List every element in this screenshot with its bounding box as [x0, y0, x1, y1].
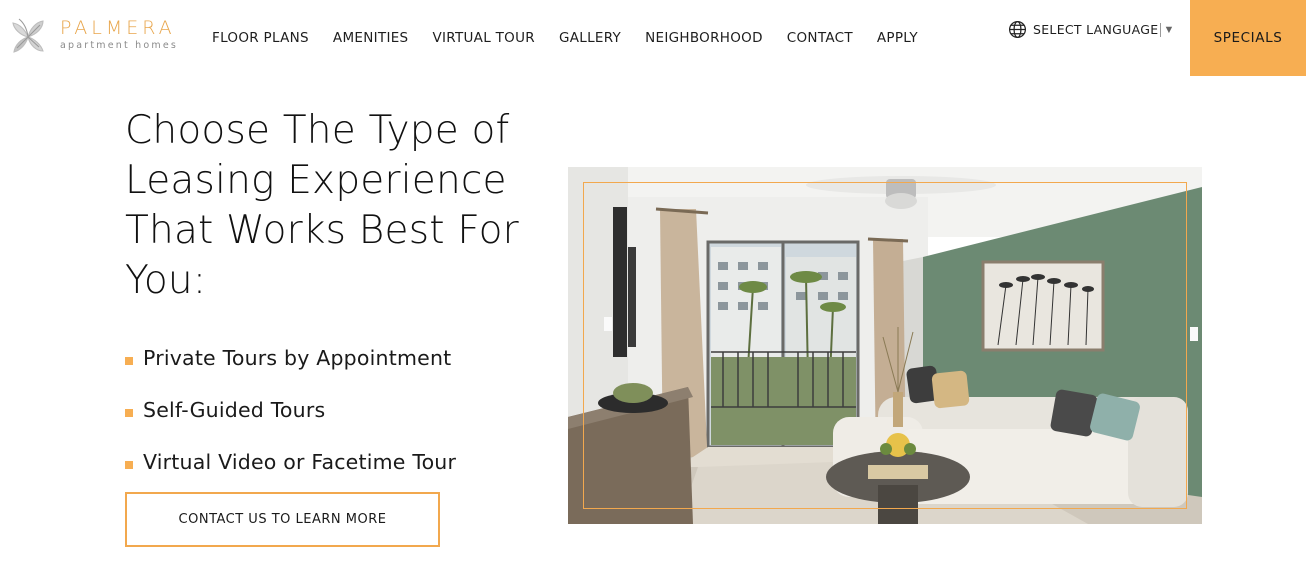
tour-option-label: Virtual Video or Facetime Tour	[143, 450, 457, 474]
main-nav: FLOOR PLANS AMENITIES VIRTUAL TOUR GALLE…	[212, 29, 942, 47]
contact-us-button[interactable]: CONTACT US TO LEARN MORE	[125, 492, 440, 547]
square-bullet-icon	[125, 409, 133, 417]
palm-leaf-icon	[12, 18, 44, 53]
nav-floor-plans[interactable]: FLOOR PLANS	[212, 29, 309, 47]
nav-gallery[interactable]: GALLERY	[559, 29, 621, 47]
tour-options-list: Private Tours by Appointment Self-Guided…	[125, 332, 456, 488]
list-item: Private Tours by Appointment	[125, 332, 456, 384]
living-room-photo	[568, 167, 1202, 524]
square-bullet-icon	[125, 461, 133, 469]
brand-logo[interactable]: PALMERA apartment homes	[10, 17, 178, 55]
tour-option-label: Self-Guided Tours	[143, 398, 326, 422]
nav-contact[interactable]: CONTACT	[787, 29, 853, 47]
site-header: PALMERA apartment homes FLOOR PLANS AMEN…	[0, 0, 1306, 76]
nav-apply[interactable]: APPLY	[877, 29, 918, 47]
nav-neighborhood[interactable]: NEIGHBORHOOD	[645, 29, 763, 47]
list-item: Virtual Video or Facetime Tour	[125, 436, 456, 488]
contact-us-label: CONTACT US TO LEARN MORE	[178, 512, 387, 527]
page-heading: Choose The Type of Leasing Experience Th…	[125, 108, 519, 303]
brand-name: PALMERA	[60, 17, 176, 39]
language-selector[interactable]: SELECT LANGUAGE ▼	[1008, 20, 1174, 39]
list-item: Self-Guided Tours	[125, 384, 456, 436]
nav-virtual-tour[interactable]: VIRTUAL TOUR	[432, 29, 535, 47]
nav-amenities[interactable]: AMENITIES	[333, 29, 409, 47]
language-label: SELECT LANGUAGE	[1033, 22, 1159, 37]
specials-label: SPECIALS	[1213, 30, 1283, 46]
square-bullet-icon	[125, 357, 133, 365]
brand-tagline: apartment homes	[60, 40, 179, 51]
globe-icon	[1008, 20, 1027, 39]
chevron-down-icon: ▼	[1163, 23, 1175, 36]
tour-option-label: Private Tours by Appointment	[143, 346, 452, 370]
language-divider	[1160, 22, 1162, 37]
specials-button[interactable]: SPECIALS	[1190, 0, 1306, 76]
